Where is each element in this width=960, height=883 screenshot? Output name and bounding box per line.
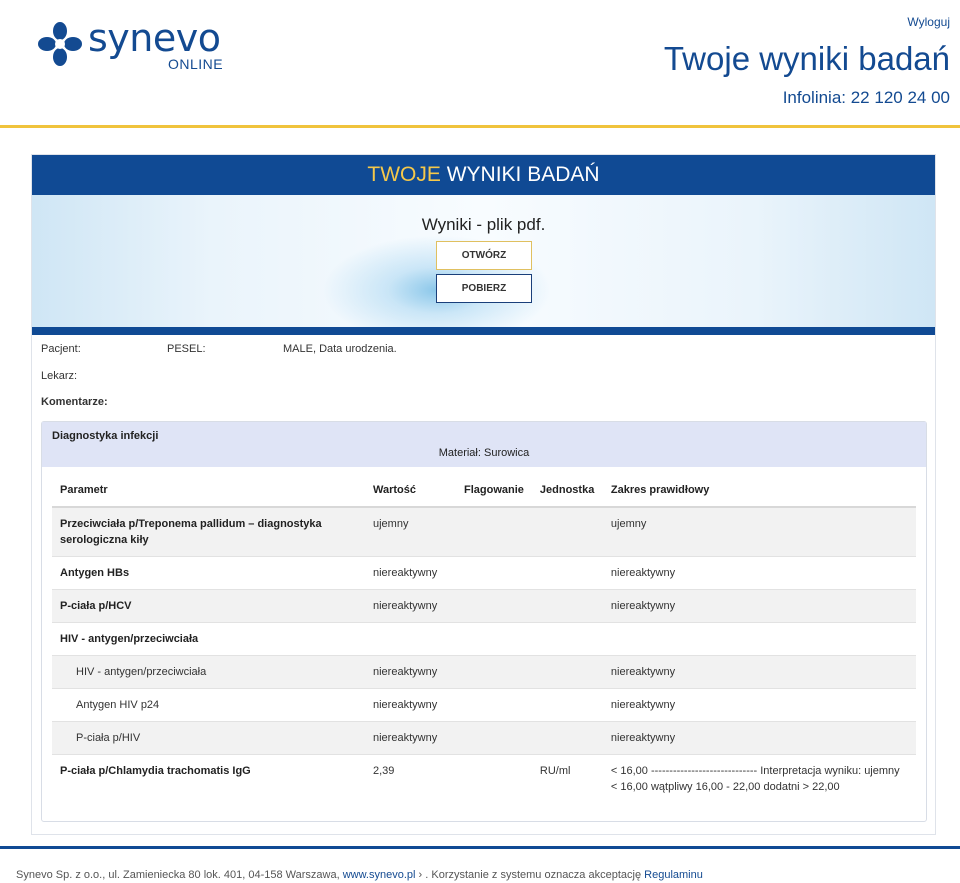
table-row: HIV - antygen/przeciwciała [52, 622, 916, 656]
patient-label: Pacjent: [41, 343, 81, 355]
pdf-hero: Wyniki - plik pdf. OTWÓRZ POBIERZ [32, 195, 935, 327]
column-header: Wartość [365, 474, 456, 508]
flag-cell [456, 589, 532, 623]
param-cell: HIV - antygen/przeciwciała [52, 622, 365, 656]
flag-cell [456, 622, 532, 656]
banner-title-rest: WYNIKI BADAŃ [440, 163, 600, 186]
param-cell: P-ciała p/Chlamydia trachomatis IgG [52, 754, 365, 803]
flag-cell [456, 655, 532, 689]
flag-cell [456, 506, 532, 557]
site-link[interactable]: www.synevo.pl [343, 869, 416, 881]
footer-address: Synevo Sp. z o.o., ul. Zamieniecka 80 lo… [16, 869, 343, 881]
banner-title-highlight: TWOJE [367, 163, 441, 186]
unit-cell [531, 721, 603, 755]
unit-cell [531, 506, 603, 557]
unit-cell: RU/ml [531, 754, 603, 803]
table-header-row: Parametr Wartość Flagowanie Jednostka Za… [52, 474, 916, 508]
flag-cell [456, 754, 532, 803]
range-cell: niereaktywny [602, 688, 916, 722]
param-cell: Przeciwciała p/Treponema pallidum – diag… [52, 506, 365, 557]
value-cell: niereaktywny [365, 721, 456, 755]
param-cell: P-ciała p/HIV [52, 721, 365, 755]
value-cell: niereaktywny [365, 556, 456, 590]
footer-consent: . Korzystanie z systemu oznacza akceptac… [425, 869, 645, 881]
hotline-number: Infolinia: 22 120 24 00 [782, 88, 950, 107]
table-row: Przeciwciała p/Treponema pallidum – diag… [52, 506, 916, 557]
pesel-label: PESEL: [167, 343, 206, 355]
section-title: Diagnostyka infekcji [52, 430, 159, 442]
range-cell: < 16,00 ----------------------------- In… [602, 754, 916, 803]
table-row: P-ciała p/HIV niereaktywny niereaktywny [52, 721, 916, 755]
terms-link[interactable]: Regulaminu [644, 869, 703, 881]
unit-cell [531, 589, 603, 623]
sex-birth-info: MALE, Data urodzenia. [283, 343, 397, 355]
logo-subtitle: ONLINE [168, 56, 224, 72]
material-label: Materiał: Surowica [438, 447, 530, 459]
column-header: Parametr [52, 474, 365, 508]
unit-cell [531, 655, 603, 689]
chevron-right-icon: › [415, 869, 426, 881]
footer-text: Synevo Sp. z o.o., ul. Zamieniecka 80 lo… [16, 869, 703, 881]
hero-divider [32, 327, 935, 335]
range-cell: niereaktywny [602, 589, 916, 623]
table-row: HIV - antygen/przeciwciała niereaktywny … [52, 655, 916, 689]
value-cell [365, 622, 456, 656]
param-cell: Antygen HIV p24 [52, 688, 365, 722]
flower-logo-icon [38, 22, 82, 66]
flag-cell [456, 688, 532, 722]
results-panel: TWOJE WYNIKI BADAŃ Wyniki - plik pdf. OT… [31, 154, 936, 835]
param-cell: Antygen HBs [52, 556, 365, 590]
table-row: Antygen HBs niereaktywny niereaktywny [52, 556, 916, 590]
column-header: Zakres prawidłowy [602, 474, 916, 508]
flag-cell [456, 556, 532, 590]
download-pdf-button[interactable]: POBIERZ [436, 274, 532, 303]
page-footer: Synevo Sp. z o.o., ul. Zamieniecka 80 lo… [0, 846, 960, 883]
results-section-header: Diagnostyka infekcji Materiał: Surowica [42, 422, 926, 467]
value-cell: niereaktywny [365, 688, 456, 722]
param-cell: P-ciała p/HCV [52, 589, 365, 623]
param-cell: HIV - antygen/przeciwciała [52, 655, 365, 689]
logo-wordmark: synevo [88, 16, 221, 60]
range-cell: niereaktywny [602, 556, 916, 590]
page-header: synevo ONLINE Wyloguj Twoje wyniki badań… [0, 0, 960, 128]
flag-cell [456, 721, 532, 755]
banner-title: TWOJE WYNIKI BADAŃ [32, 155, 935, 195]
synevo-logo[interactable]: synevo ONLINE [38, 16, 238, 74]
unit-cell [531, 622, 603, 656]
value-cell: ujemny [365, 506, 456, 557]
logout-link[interactable]: Wyloguj [907, 15, 950, 29]
results-table: Parametr Wartość Flagowanie Jednostka Za… [52, 474, 916, 803]
table-row: P-ciała p/Chlamydia trachomatis IgG 2,39… [52, 754, 916, 803]
range-cell [602, 622, 916, 656]
comments-label: Komentarze: [41, 396, 108, 408]
value-cell: 2,39 [365, 754, 456, 803]
table-row: Antygen HIV p24 niereaktywny niereaktywn… [52, 688, 916, 722]
pdf-label: Wyniki - plik pdf. [421, 215, 546, 234]
column-header: Flagowanie [456, 474, 532, 508]
doctor-label: Lekarz: [41, 370, 78, 382]
range-cell: ujemny [602, 506, 916, 557]
range-cell: niereaktywny [602, 655, 916, 689]
value-cell: niereaktywny [365, 655, 456, 689]
table-row: P-ciała p/HCV niereaktywny niereaktywny [52, 589, 916, 623]
unit-cell [531, 556, 603, 590]
results-box: Diagnostyka infekcji Materiał: Surowica … [41, 421, 927, 822]
page-title: Twoje wyniki badań [663, 40, 950, 77]
open-pdf-button[interactable]: OTWÓRZ [436, 241, 532, 270]
value-cell: niereaktywny [365, 589, 456, 623]
unit-cell [531, 688, 603, 722]
column-header: Jednostka [531, 474, 603, 508]
range-cell: niereaktywny [602, 721, 916, 755]
